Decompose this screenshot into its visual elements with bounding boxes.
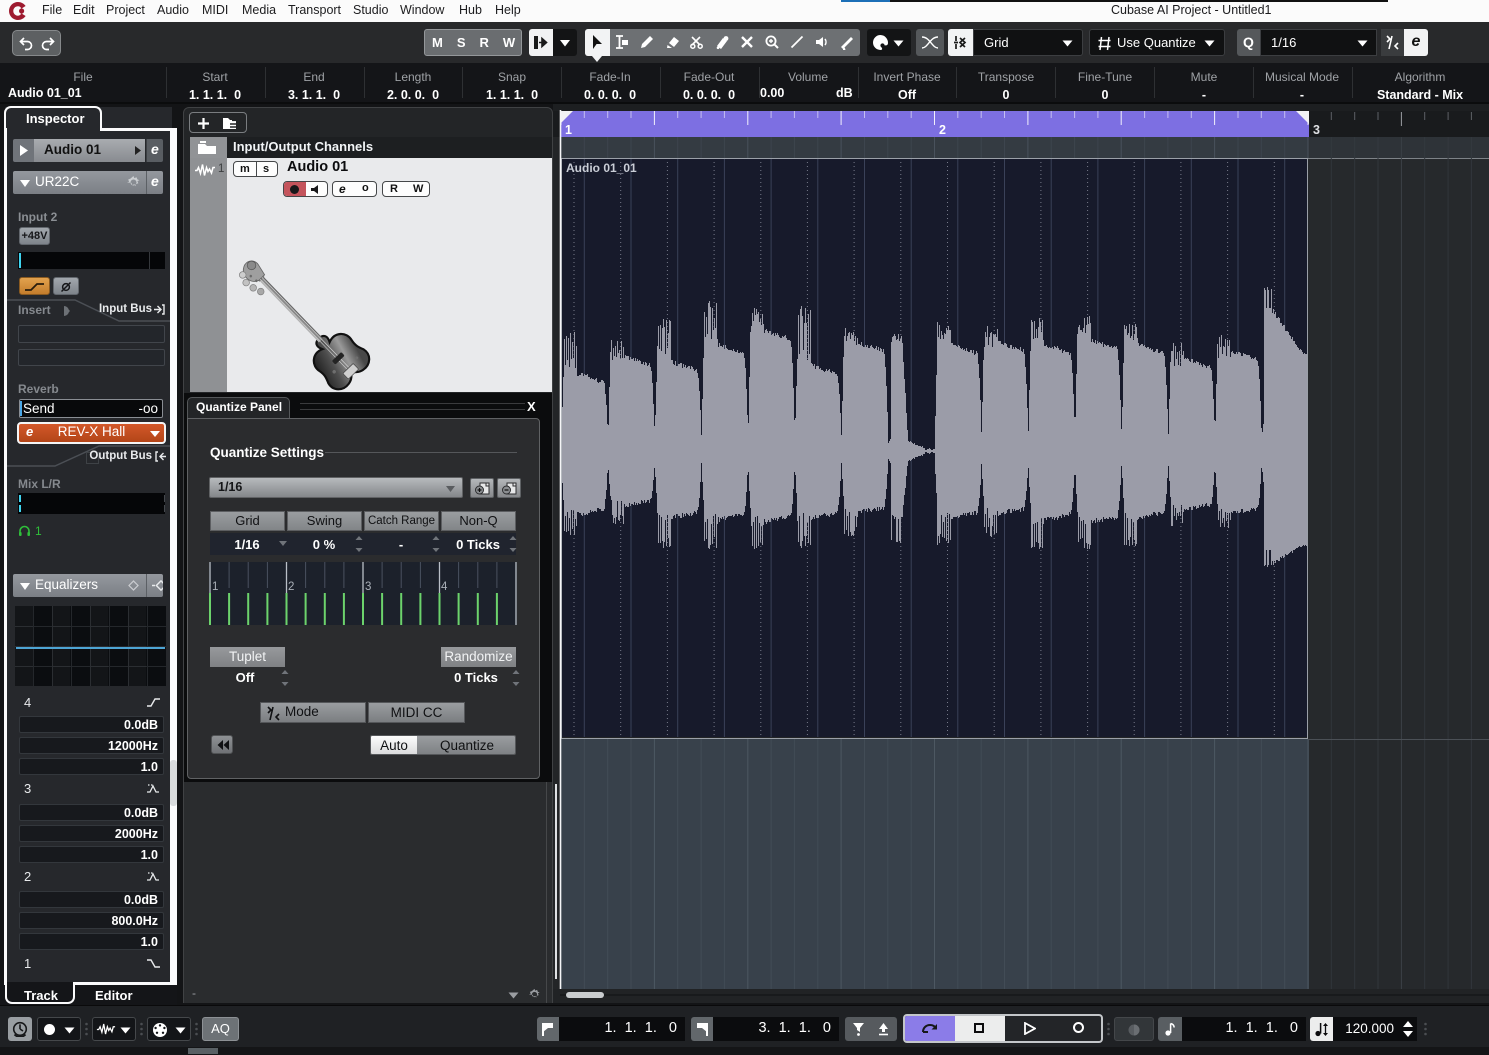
svg-text:4: 4: [441, 581, 448, 593]
svg-text:3: 3: [1313, 123, 1320, 137]
svg-text:3: 3: [365, 581, 371, 593]
svg-text:Audio 01_01: Audio 01_01: [566, 161, 637, 175]
svg-text:1: 1: [565, 123, 572, 137]
svg-text:1: 1: [212, 581, 218, 593]
svg-text:2: 2: [288, 581, 294, 593]
svg-text:2: 2: [939, 123, 946, 137]
